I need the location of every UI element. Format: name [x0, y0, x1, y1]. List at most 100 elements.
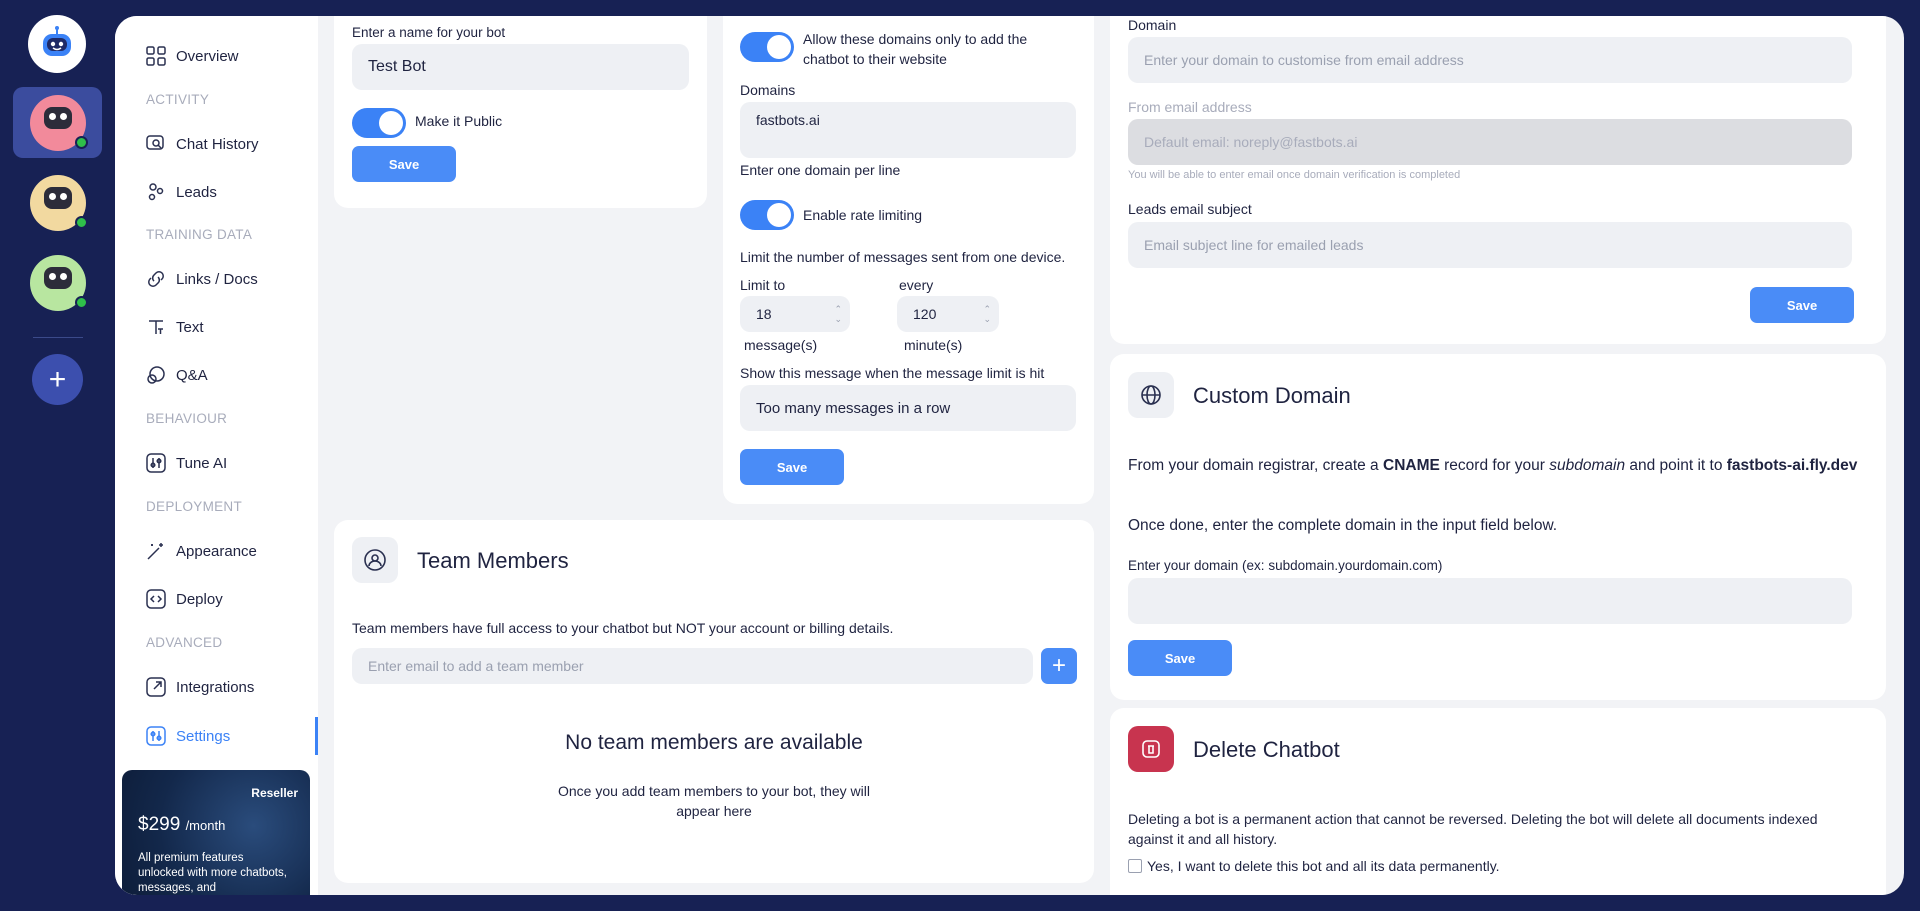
allow-domains-label: Allow these domains only to add the chat… — [803, 31, 1028, 67]
bot-avatar-slot-2[interactable] — [13, 167, 102, 238]
bot-avatar-slot-3[interactable] — [13, 247, 102, 318]
section-behaviour: BEHAVIOUR — [146, 411, 228, 426]
online-status-dot — [74, 135, 88, 149]
section-training-data: TRAINING DATA — [146, 227, 253, 242]
promo-description: All premium features unlocked with more … — [138, 852, 287, 894]
section-advanced: ADVANCED — [146, 635, 223, 650]
bot-name-label: Enter a name for your bot — [352, 25, 506, 40]
active-indicator — [315, 717, 318, 755]
sidebar-item-label: Q&A — [176, 366, 208, 384]
sidebar-item-label: Leads — [176, 183, 217, 201]
magic-wand-icon — [146, 541, 166, 561]
every-label: every — [899, 277, 934, 293]
online-status-dot — [74, 215, 88, 229]
sidebar-item-overview[interactable]: Overview — [146, 41, 239, 71]
add-team-member-button[interactable]: + — [1041, 648, 1077, 684]
email-domain-input[interactable]: Enter your domain to customise from emai… — [1128, 37, 1852, 83]
sidebar-item-deploy[interactable]: Deploy — [146, 584, 223, 614]
sidebar-item-text[interactable]: Text — [146, 312, 204, 342]
stepper-arrows-icon[interactable]: ⌃ ⌄ — [983, 304, 991, 324]
custom-domain-input-label: Enter your domain (ex: subdomain.yourdom… — [1128, 558, 1443, 573]
bot-avatar — [29, 94, 88, 151]
plus-icon: + — [1051, 652, 1066, 679]
sidebar-item-label: Links / Docs — [176, 270, 258, 288]
save-button[interactable]: Save — [1750, 287, 1854, 323]
sidebar-item-integrations[interactable]: Integrations — [146, 672, 254, 702]
team-members-card: Team Members Team members have full acce… — [334, 520, 1094, 883]
domain-restriction-card: Allow these domains only to add the chat… — [723, 16, 1094, 504]
make-public-toggle[interactable] — [352, 108, 406, 138]
from-email-label: From email address — [1128, 99, 1252, 115]
team-email-input[interactable]: Enter email to add a team member — [352, 648, 1033, 684]
online-status-dot — [74, 295, 88, 309]
sidebar-item-chat-history[interactable]: Chat History — [146, 129, 259, 159]
rate-limit-toggle[interactable] — [740, 200, 794, 230]
rate-limit-description: Limit the number of messages sent from o… — [740, 249, 1066, 265]
cname-instructions: From your domain registrar, create a CNA… — [1128, 457, 1858, 474]
custom-domain-title: Custom Domain — [1193, 383, 1351, 408]
sidebar-item-leads[interactable]: Leads — [146, 177, 217, 207]
sidebar-item-settings[interactable]: Settings — [146, 721, 230, 751]
limit-to-label: Limit to — [740, 277, 786, 293]
team-icon — [352, 537, 398, 583]
email-settings-card: Domain Enter your domain to customise fr… — [1110, 16, 1886, 344]
chat-search-icon — [146, 134, 166, 154]
domains-textarea[interactable]: fastbots.ai — [740, 102, 1076, 158]
custom-domain-done-text: Once done, enter the complete domain in … — [1128, 517, 1558, 534]
message-limit-input[interactable]: 18 ⌃ ⌄ — [740, 296, 850, 332]
sidebar-item-appearance[interactable]: Appearance — [146, 536, 257, 566]
bot-name-card: Enter a name for your bot Test Bot Make … — [334, 16, 707, 208]
sidebar-item-label: Deploy — [176, 590, 223, 608]
allow-domains-toggle[interactable] — [740, 32, 794, 62]
promo-price: $299 /month — [138, 814, 226, 835]
rate-limit-label: Enable rate limiting — [803, 207, 923, 223]
people-icon — [146, 182, 166, 202]
custom-domain-card: Custom Domain From your domain registrar… — [1110, 354, 1886, 700]
team-members-description: Team members have full access to your ch… — [352, 620, 894, 636]
sidebar-item-label: Text — [176, 318, 204, 336]
sidebar-item-tune-ai[interactable]: Tune AI — [146, 448, 227, 478]
message-unit-label: message(s) — [744, 337, 818, 353]
message-limit-value: 18 — [756, 306, 772, 322]
leads-subject-input[interactable]: Email subject line for emailed leads — [1128, 222, 1852, 268]
app-logo[interactable] — [28, 15, 86, 73]
empty-state-description: Once you add team members to your bot, t… — [557, 783, 871, 819]
sidebar-item-label: Appearance — [176, 542, 257, 560]
stepper-arrows-icon[interactable]: ⌃ ⌄ — [834, 304, 842, 324]
save-button[interactable]: Save — [1128, 640, 1232, 676]
delete-chatbot-card: Delete Chatbot Deleting a bot is a perma… — [1110, 708, 1886, 895]
delete-confirm-label: Yes, I want to delete this bot and all i… — [1147, 858, 1500, 874]
trash-icon — [1128, 726, 1174, 772]
reseller-promo-card[interactable]: Reseller $299 /month All premium feature… — [122, 770, 310, 895]
sidebar: Overview ACTIVITY Chat History Leads TRA… — [115, 16, 318, 895]
bot-avatar — [29, 174, 88, 231]
delete-confirm-checkbox[interactable] — [1128, 859, 1142, 873]
bot-rail: + — [0, 0, 115, 911]
delete-chatbot-title: Delete Chatbot — [1193, 737, 1340, 762]
time-window-input[interactable]: 120 ⌃ ⌄ — [897, 296, 999, 332]
robot-logo-icon — [43, 26, 71, 56]
save-button[interactable]: Save — [740, 449, 844, 485]
time-window-value: 120 — [913, 306, 937, 322]
promo-tag: Reseller — [251, 786, 298, 800]
email-domain-label: Domain — [1128, 17, 1177, 33]
bot-avatar — [29, 254, 88, 311]
sidebar-item-links-docs[interactable]: Links / Docs — [146, 264, 258, 294]
add-bot-button[interactable]: + — [32, 354, 83, 405]
bot-name-input[interactable]: Test Bot — [352, 44, 689, 90]
sidebar-item-label: Overview — [176, 47, 239, 65]
save-button[interactable]: Save — [352, 146, 456, 182]
custom-domain-input[interactable] — [1128, 578, 1852, 624]
sidebar-item-qa[interactable]: Q&A — [146, 360, 208, 390]
make-public-label: Make it Public — [415, 113, 503, 129]
limit-message-input[interactable]: Too many messages in a row — [740, 385, 1076, 431]
sidebar-item-label: Integrations — [176, 678, 255, 696]
sidebar-item-label: Tune AI — [176, 454, 228, 472]
section-deployment: DEPLOYMENT — [146, 499, 243, 514]
sliders-icon — [146, 453, 166, 473]
plus-icon: + — [48, 362, 67, 396]
rail-divider — [33, 337, 83, 338]
bot-avatar-slot-1[interactable] — [13, 87, 102, 158]
main-panel: Overview ACTIVITY Chat History Leads TRA… — [115, 16, 1904, 895]
from-email-input: Default email: noreply@fastbots.ai — [1128, 119, 1852, 165]
